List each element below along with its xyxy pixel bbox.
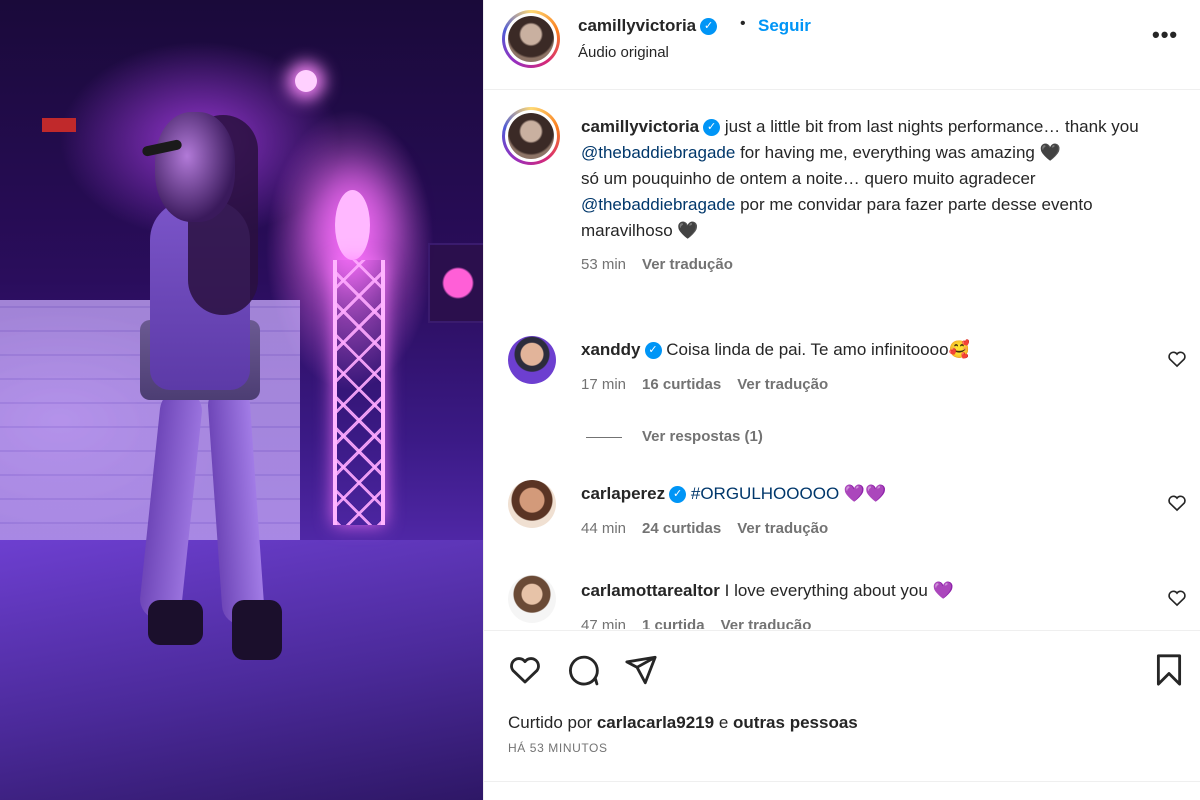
likes-count[interactable]: 1 curtida xyxy=(642,617,705,629)
translate-link[interactable]: Ver tradução xyxy=(721,617,812,629)
comment-text: xanddy ✓ Coisa linda de pai. Te amo infin… xyxy=(581,340,970,360)
commenter-username[interactable]: carlaperez xyxy=(581,484,665,503)
exit-sign xyxy=(42,118,76,132)
heart-icon[interactable] xyxy=(1167,493,1187,513)
lighting-truss xyxy=(333,260,385,525)
verified-badge-icon: ✓ xyxy=(669,486,687,504)
translate-link[interactable]: Ver tradução xyxy=(737,520,828,537)
separator-dot: • xyxy=(740,15,746,32)
likes-count[interactable]: 16 curtidas xyxy=(642,376,721,393)
mention-link[interactable]: @thebaddiebragade xyxy=(581,143,735,162)
heart-icon[interactable] xyxy=(1167,349,1187,369)
commenter-avatar[interactable] xyxy=(508,575,556,623)
post-caption: camillyvictoria ✓ just a little bit from … xyxy=(581,114,1161,278)
caption-text: just a little bit from last nights perfo… xyxy=(724,117,1139,136)
post-panel: camillyvictoria ✓ • Seguir Áudio original… xyxy=(483,0,1200,800)
replies-line xyxy=(586,436,622,438)
performer-shoe xyxy=(148,600,203,645)
comment-text: carlaperez ✓ #ORGULHOOOOO 💜💜 xyxy=(581,484,886,504)
comment-text: carlamottarealtor I love everything abou… xyxy=(581,581,954,600)
likes-count[interactable]: 24 curtidas xyxy=(642,520,721,537)
view-replies-button[interactable]: Ver respostas (1) xyxy=(586,428,763,445)
comment-meta: 47 min 1 curtida Ver tradução xyxy=(581,617,827,629)
follow-button[interactable]: Seguir xyxy=(758,16,811,36)
pink-glow xyxy=(335,190,370,260)
more-icon[interactable]: ••• xyxy=(1152,22,1178,48)
heart-icon[interactable] xyxy=(508,653,542,687)
liked-by-others[interactable]: outras pessoas xyxy=(733,713,858,732)
caption-username[interactable]: camillyvictoria xyxy=(581,117,699,136)
author-avatar[interactable] xyxy=(502,10,560,68)
background-screen xyxy=(428,243,483,323)
heart-icon[interactable] xyxy=(1167,588,1187,608)
divider xyxy=(484,781,1200,782)
commenter-avatar[interactable] xyxy=(508,336,556,384)
audio-link[interactable]: Áudio original xyxy=(578,44,669,61)
caption-text: só um pouquinho de ontem a noite… quero … xyxy=(581,169,1036,188)
translate-link[interactable]: Ver tradução xyxy=(737,376,828,393)
post-actions: Curtido por carlacarla9219 e outras pess… xyxy=(484,630,1200,800)
purple-hearts-emoji: 💜💜 xyxy=(843,484,887,503)
performer-shoe xyxy=(232,600,282,660)
performer-head xyxy=(155,112,235,222)
commenter-username[interactable]: xanddy xyxy=(581,340,641,359)
comment-meta: 44 min 24 curtidas Ver tradução xyxy=(581,520,829,537)
verified-badge-icon: ✓ xyxy=(700,18,718,36)
comments-list[interactable]: camillyvictoria ✓ just a little bit from … xyxy=(484,91,1200,629)
commenter-avatar[interactable] xyxy=(508,480,556,528)
comment-meta: 17 min 16 curtidas Ver tradução xyxy=(581,376,829,393)
commenter-username[interactable]: carlamottarealtor xyxy=(581,581,720,600)
bookmark-icon[interactable] xyxy=(1152,653,1186,687)
caption-text: for having me, everything was amazing xyxy=(740,143,1035,162)
liked-by-user[interactable]: carlacarla9219 xyxy=(597,713,714,732)
caption-meta: 53 min Ver tradução xyxy=(581,252,1161,278)
author-username[interactable]: camillyvictoria ✓ xyxy=(578,16,718,36)
post-header: camillyvictoria ✓ • Seguir Áudio original… xyxy=(484,0,1200,90)
smiling-face-emoji: 🥰 xyxy=(948,340,970,359)
mention-link[interactable]: @thebaddiebragade xyxy=(581,195,735,214)
caption-time: 53 min xyxy=(581,256,627,273)
share-icon[interactable] xyxy=(624,653,658,687)
purple-heart-emoji: 💜 xyxy=(932,581,954,600)
verified-badge-icon: ✓ xyxy=(703,119,721,137)
caption-avatar[interactable] xyxy=(502,107,560,165)
post-timestamp[interactable]: HÁ 53 MINUTOS xyxy=(508,741,608,755)
verified-badge-icon: ✓ xyxy=(644,342,662,360)
post-media[interactable] xyxy=(0,0,483,800)
stage-light xyxy=(295,70,317,92)
black-heart-emoji: 🖤 xyxy=(677,221,699,240)
comment-icon[interactable] xyxy=(566,653,600,687)
translate-link[interactable]: Ver tradução xyxy=(642,256,733,273)
liked-by-text: Curtido por carlacarla9219 e outras pess… xyxy=(508,713,858,732)
black-heart-emoji: 🖤 xyxy=(1039,143,1061,162)
hashtag-link[interactable]: #ORGULHOOOOO xyxy=(691,484,839,503)
